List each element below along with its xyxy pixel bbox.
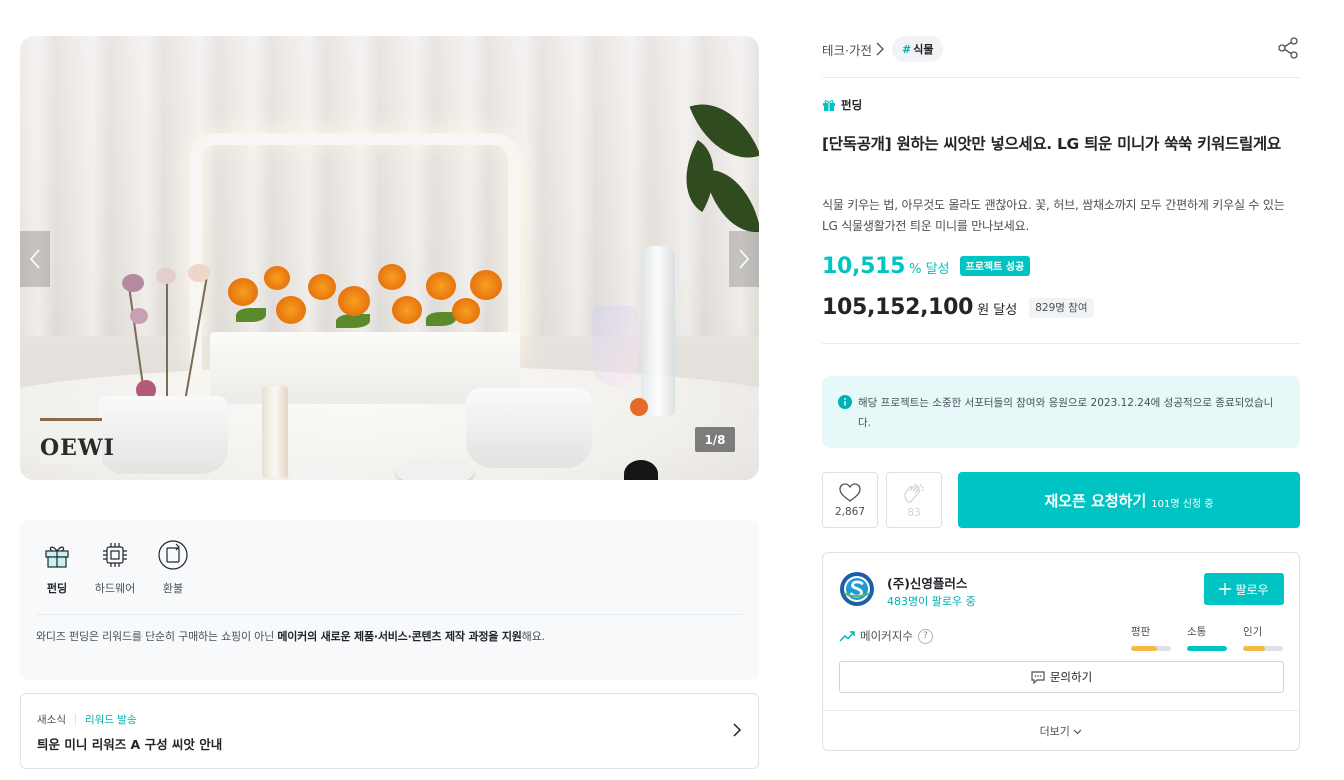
help-icon[interactable]: ? [917,628,933,644]
maker-logo[interactable] [839,571,875,607]
image-counter: 1/8 [695,427,735,452]
black-stand [624,460,658,480]
metric-popularity: 인기 [1243,624,1283,651]
ended-notice: 해당 프로젝트는 소중한 서포터들의 참여와 응원으로 2023.12.24에 … [822,376,1300,448]
rate-unit: % 달성 [909,262,950,277]
inquiry-button[interactable]: 문의하기 [839,661,1284,693]
metric-label: 소통 [1187,626,1207,638]
metric-label: 인기 [1243,626,1263,638]
project-description: 식물 키우는 법, 아무것도 몰라도 괜찮아요. 꽃, 허브, 쌈채소까지 모두… [822,198,1285,233]
reopen-label: 재오픈 요청하기 [1044,491,1147,510]
notice-text: 해당 프로젝트는 소중한 서포터들의 참여와 응원으로 2023.12.24에 … [858,397,1274,429]
project-type: 펀딩 [822,97,862,113]
status-badge: 프로젝트 성공 [959,255,1031,276]
plus-icon [1219,583,1232,595]
like-button[interactable]: 2,867 [822,472,878,528]
follow-button[interactable]: 팔로우 [1204,573,1284,605]
info-label: 펀딩 [46,582,68,595]
info-label: 하드웨어 [94,582,136,595]
project-type-label: 펀딩 [841,98,863,112]
metric-bar [1187,646,1227,651]
achievement-rate: 10,515 % 달성 프로젝트 성공 [822,254,1031,279]
dried-flowers [116,264,226,400]
info-funding[interactable]: 펀딩 [36,538,78,596]
heart-icon [839,482,861,502]
chevron-right-icon [876,42,884,56]
maker-followers: 483명이 팔로우 중 [887,595,976,608]
inquiry-label: 문의하기 [1049,670,1093,684]
cheer-button[interactable]: 83 [886,472,942,528]
metric-bar-fill [1187,646,1227,651]
news-tags: 새소식 리워드 발송 [37,712,137,727]
divider [822,343,1300,344]
ceramic-dish [396,458,474,480]
gift-icon [823,100,835,111]
metric-bar [1131,646,1171,651]
glass-bottle [641,246,675,416]
funding-info-box: 펀딩 하드웨어 환불 와디즈 펀딩은 리워드를 단순히 구매하는 쇼핑이 아닌 … [20,520,759,680]
chat-icon [1031,670,1045,684]
chip-icon [103,543,127,567]
cheer-count: 83 [907,506,921,519]
info-hardware[interactable]: 하드웨어 [94,538,136,596]
wine-glass [592,306,638,386]
like-count: 2,867 [834,505,866,518]
carousel-next-button[interactable] [729,231,759,287]
chevron-left-icon [29,249,40,269]
project-title: [단독공개] 원하는 씨앗만 넣으세요. LG 틔운 미니가 쑥쑥 키워드릴게요 [822,135,1281,153]
metric-communication: 소통 [1187,624,1227,651]
divider [823,710,1299,711]
chevron-right-icon [733,723,742,737]
rate-value: 10,515 [822,254,906,279]
orange-ball [630,398,648,416]
maker-card: (주)신영플러스 483명이 팔로우 중 팔로우 메이커지수 ? 평판 소통 인… [822,552,1300,751]
carousel-prev-button[interactable] [20,231,50,287]
funding-description: 와디즈 펀딩은 리워드를 단순히 구매하는 쇼핑이 아닌 메이커의 새로운 제품… [36,630,545,643]
clap-icon [904,483,924,503]
metric-reputation: 평판 [1131,624,1171,651]
more-button[interactable]: 더보기 [823,723,1299,739]
reopen-request-button[interactable]: 재오픈 요청하기 101명 신청 중 [958,472,1300,528]
funded-amount: 105,152,100 원 달성 829명 참여 [822,295,1094,321]
divider [822,77,1300,78]
metric-label: 평판 [1131,626,1151,638]
reopen-count: 101명 신청 중 [1151,498,1214,510]
news-title: 틔운 미니 리워즈 A 구성 씨앗 안내 [37,737,223,752]
more-label: 더보기 [1039,725,1070,738]
supporters-badge: 829명 참여 [1029,297,1094,318]
metric-bar-fill [1243,646,1265,651]
gift-icon [45,546,69,568]
chevron-right-icon [739,249,750,269]
info-label: 환불 [162,582,184,595]
maker-index: 메이커지수 ? [839,628,933,644]
breadcrumb: 테크·가전 # 식물 [822,36,944,62]
metric-bar-fill [1131,646,1157,651]
news-tag: 새소식 [37,714,66,726]
book: OEWI [40,418,114,464]
breadcrumb-category[interactable]: 테크·가전 [822,40,872,59]
share-icon [1278,37,1298,59]
perfume-bottle [262,386,288,478]
maker-name[interactable]: (주)신영플러스 [887,573,967,592]
info-icon-list: 펀딩 하드웨어 환불 [36,538,194,596]
share-button[interactable] [1276,36,1300,60]
news-card[interactable]: 새소식 리워드 발송 틔운 미니 리워즈 A 구성 씨앗 안내 [20,693,759,769]
metric-bar [1243,646,1283,651]
maker-index-label: 메이커지수 [860,629,913,643]
info-refund[interactable]: 환불 [152,538,194,596]
divider [36,614,743,615]
white-pot [466,388,592,468]
refund-icon [158,540,188,570]
trend-up-icon [839,631,855,642]
amount-value: 105,152,100 [822,295,974,320]
amount-unit: 원 달성 [977,303,1018,318]
white-pot [98,396,228,474]
news-tag-reward: 리워드 발송 [84,714,137,726]
chevron-down-icon [1074,729,1082,735]
info-icon [838,395,852,409]
tag-chip[interactable]: # 식물 [891,36,944,62]
product-image-carousel[interactable]: OEWI [20,36,759,480]
follow-label: 팔로우 [1235,582,1269,597]
